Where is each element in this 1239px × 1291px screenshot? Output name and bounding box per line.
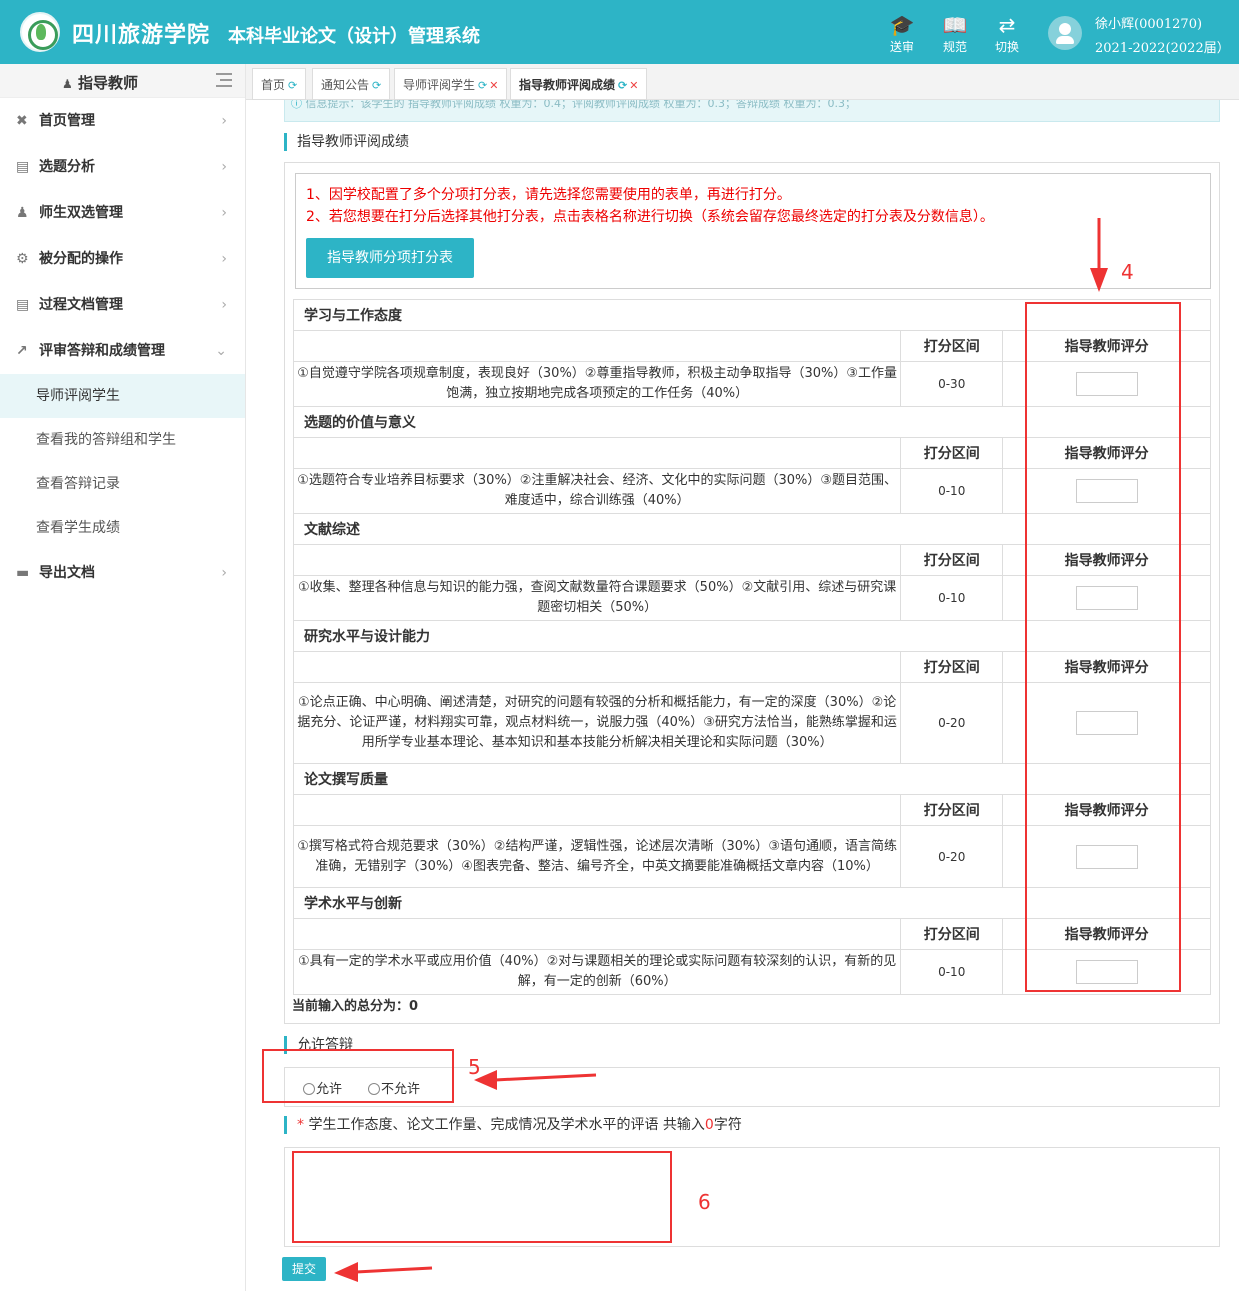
annotation-arrow-left [474, 1070, 597, 1090]
annotation-arrow-down [1090, 218, 1108, 292]
annotation-arrows [334, 218, 1108, 1282]
annotation-arrow-left [334, 1262, 433, 1282]
